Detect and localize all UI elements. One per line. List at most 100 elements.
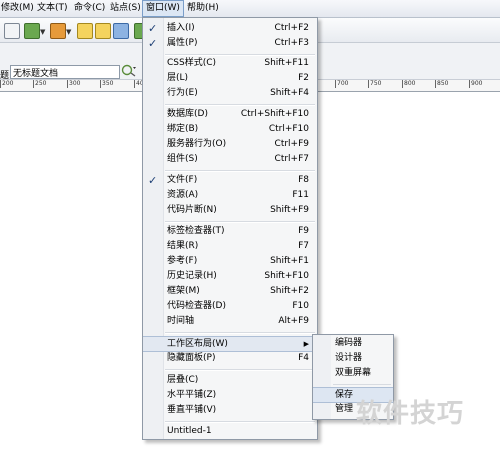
menu-item-behaviors[interactable]: 行为(E) Shift+F4 — [143, 86, 317, 101]
menu-item-label: 工作区布局(W) — [167, 339, 228, 349]
submenu-item-label: 管理 — [335, 404, 354, 414]
menu-item-label: 代码片断(N) — [167, 205, 217, 215]
menu-item-server-behaviors[interactable]: 服务器行为(O) Ctrl+F9 — [143, 137, 317, 152]
menu-item-shortcut: Ctrl+F2 — [274, 23, 309, 33]
menu-item-shortcut: F10 — [292, 301, 309, 311]
menu-item-insert[interactable]: ✓ 插入(I) Ctrl+F2 — [143, 21, 317, 36]
menu-item-label: 资源(A) — [167, 190, 199, 200]
table-icon[interactable] — [4, 23, 20, 39]
menu-item-snippets[interactable]: 代码片断(N) Shift+F9 — [143, 203, 317, 218]
menu-item-shortcut: Shift+F4 — [270, 88, 309, 98]
menu-separator — [165, 332, 315, 334]
menu-bar: 修改(M) 文本(T) 命令(C) 站点(S) 窗口(W) 帮助(H) — [0, 0, 500, 18]
ruler-label: 350 — [100, 80, 114, 88]
menu-modify[interactable]: 修改(M) — [0, 0, 37, 17]
title-input[interactable] — [10, 65, 120, 79]
menu-item-assets[interactable]: 资源(A) F11 — [143, 188, 317, 203]
menu-item-shortcut: Shift+F2 — [270, 286, 309, 296]
submenu-item-label: 编码器 — [335, 338, 363, 348]
menu-item-label: CSS样式(C) — [167, 58, 217, 68]
menu-item-label: 插入(I) — [167, 23, 195, 33]
ruler-label: 200 — [0, 80, 14, 88]
menu-item-shortcut: Ctrl+F9 — [274, 139, 309, 149]
menu-item-components[interactable]: 组件(S) Ctrl+F7 — [143, 152, 317, 167]
menu-item-label: 时间轴 — [167, 316, 195, 326]
menu-item-shortcut: F7 — [298, 241, 309, 251]
menu-item-label: 属性(P) — [167, 38, 198, 48]
menu-item-workspace-layout[interactable]: 工作区布局(W) ▶ — [143, 336, 317, 352]
menu-item-label: 服务器行为(O) — [167, 139, 227, 149]
ruler-label: 700 — [335, 80, 349, 88]
menu-item-label: Untitled-1 — [167, 426, 212, 436]
menu-item-label: 框架(M) — [167, 286, 200, 296]
menu-item-tile-vertical[interactable]: 垂直平铺(V) — [143, 403, 317, 418]
submenu-item-designer[interactable]: 设计器 — [313, 351, 393, 366]
watermark-text: 软件技巧 — [356, 399, 465, 429]
submenu-arrow-icon: ▶ — [303, 340, 309, 348]
menu-item-shortcut: Ctrl+F10 — [268, 124, 309, 134]
menu-text[interactable]: 文本(T) — [34, 0, 71, 17]
menu-item-layers[interactable]: 层(L) F2 — [143, 71, 317, 86]
menu-item-untitled-document[interactable]: Untitled-1 — [143, 424, 317, 439]
menu-separator — [165, 369, 315, 371]
menu-item-shortcut: F8 — [298, 175, 309, 185]
tag-icon[interactable] — [113, 23, 129, 39]
menu-item-databases[interactable]: 数据库(D) Ctrl+Shift+F10 — [143, 107, 317, 122]
menu-item-results[interactable]: 结果(R) F7 — [143, 239, 317, 254]
menu-item-label: 组件(S) — [167, 154, 198, 164]
submenu-item-coder[interactable]: 编码器 — [313, 336, 393, 351]
menu-item-code-inspector[interactable]: 代码检查器(D) F10 — [143, 299, 317, 314]
dropdown-arrow-icon[interactable]: ▼ — [66, 28, 71, 36]
menu-item-label: 层(L) — [167, 73, 189, 83]
menu-separator — [165, 421, 315, 423]
menu-help[interactable]: 帮助(H) — [184, 0, 222, 17]
menu-item-css-styles[interactable]: CSS样式(C) Shift+F11 — [143, 56, 317, 71]
menu-item-cascade[interactable]: 层叠(C) — [143, 373, 317, 388]
menu-item-timeline[interactable]: 时间轴 Alt+F9 — [143, 314, 317, 329]
menu-item-files[interactable]: ✓ 文件(F) F8 — [143, 173, 317, 188]
check-icon: ✓ — [148, 174, 158, 187]
dropdown-arrow-icon[interactable]: ▼ — [40, 28, 45, 36]
submenu-item-label: 保存 — [335, 390, 354, 400]
menu-item-label: 数据库(D) — [167, 109, 208, 119]
menu-item-shortcut: F2 — [298, 73, 309, 83]
menu-item-shortcut: Alt+F9 — [278, 316, 309, 326]
menu-item-shortcut: F4 — [298, 353, 309, 363]
menu-item-shortcut: F11 — [292, 190, 309, 200]
menu-item-label: 垂直平铺(V) — [167, 405, 217, 415]
menu-item-shortcut: F9 — [298, 226, 309, 236]
menu-item-tag-inspector[interactable]: 标签检查器(T) F9 — [143, 224, 317, 239]
menu-item-tile-horizontal[interactable]: 水平平铺(Z) — [143, 388, 317, 403]
menu-item-history[interactable]: 历史记录(H) Shift+F10 — [143, 269, 317, 284]
ruler-label: 300 — [67, 80, 81, 88]
check-icon: ✓ — [148, 22, 158, 35]
menu-item-frames[interactable]: 框架(M) Shift+F2 — [143, 284, 317, 299]
browser-check-icon[interactable] — [121, 64, 137, 77]
media-icon[interactable] — [24, 23, 40, 39]
submenu-item-label: 双重屏幕 — [335, 368, 372, 378]
menu-item-shortcut: Ctrl+Shift+F10 — [240, 109, 309, 119]
menu-item-reference[interactable]: 参考(F) Shift+F1 — [143, 254, 317, 269]
menu-separator — [333, 384, 391, 385]
menu-item-label: 文件(F) — [167, 175, 198, 185]
menu-item-hide-panels[interactable]: 隐藏面板(P) F4 — [143, 351, 317, 366]
menu-item-label: 代码检查器(D) — [167, 301, 226, 311]
ruler-label: 800 — [402, 80, 416, 88]
menu-item-label: 参考(F) — [167, 256, 198, 266]
menu-item-shortcut: Shift+F9 — [270, 205, 309, 215]
window-menu-dropdown: ✓ 插入(I) Ctrl+F2 ✓ 属性(P) Ctrl+F3 CSS样式(C) Shif… — [142, 17, 318, 440]
menu-item-label: 层叠(C) — [167, 375, 199, 385]
server-icon[interactable] — [50, 23, 66, 39]
date-icon[interactable] — [77, 23, 93, 39]
submenu-item-label: 设计器 — [335, 353, 363, 363]
menu-item-properties[interactable]: ✓ 属性(P) Ctrl+F3 — [143, 36, 317, 51]
menu-item-label: 历史记录(H) — [167, 271, 217, 281]
menu-separator — [165, 104, 315, 106]
comment-icon[interactable] — [95, 23, 111, 39]
menu-item-bindings[interactable]: 绑定(B) Ctrl+F10 — [143, 122, 317, 137]
menu-item-label: 标签检查器(T) — [167, 226, 225, 236]
submenu-item-dual-screen[interactable]: 双重屏幕 — [313, 366, 393, 381]
menu-command[interactable]: 命令(C) — [71, 0, 108, 17]
menu-window[interactable]: 窗口(W) — [142, 0, 184, 17]
menu-site[interactable]: 站点(S) — [107, 0, 144, 17]
